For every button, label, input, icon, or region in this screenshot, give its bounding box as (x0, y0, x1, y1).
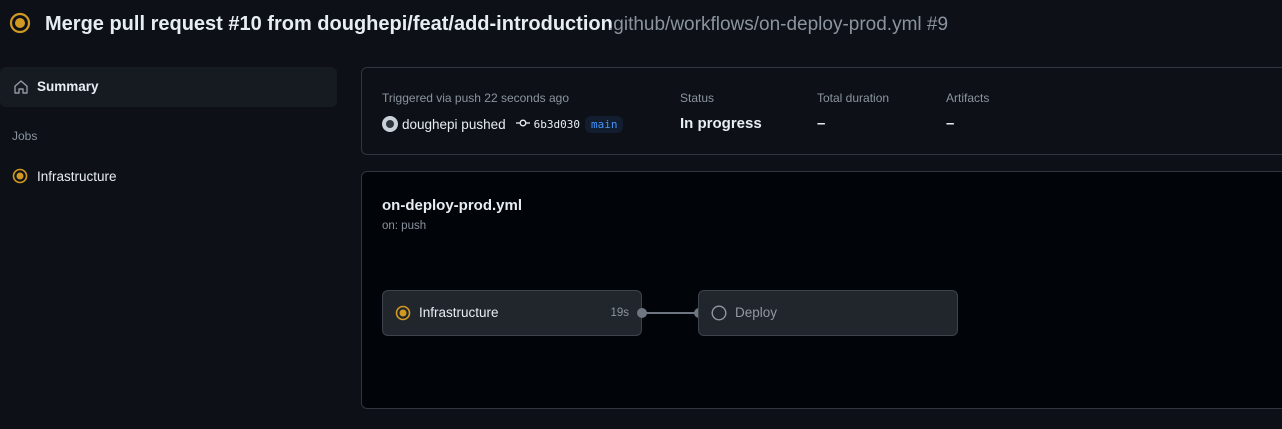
workflow-trigger: on: push (382, 220, 427, 232)
git-commit-icon (515, 115, 530, 133)
triggered-text: Triggered via push 22 seconds ago (382, 91, 570, 105)
run-header: Merge pull request #10 from doughepi/fea… (0, 0, 1282, 52)
queued-icon (711, 305, 727, 326)
status-value: In progress (680, 115, 762, 132)
sidebar-item-summary[interactable]: Summary (0, 67, 337, 107)
job-name: Infrastructure (419, 305, 499, 320)
job-name: Deploy (735, 305, 778, 320)
sidebar-item-infrastructure[interactable]: Infrastructure (0, 162, 337, 192)
branch-badge[interactable]: main (584, 115, 624, 133)
job-duration: 19s (610, 307, 629, 319)
artifacts-label: Artifacts (946, 91, 990, 105)
workflow-file-name: on-deploy-prod.yml (382, 197, 522, 214)
in-progress-icon (12, 168, 28, 189)
sidebar-item-label: Summary (37, 79, 99, 94)
job-node-deploy[interactable]: Deploy (698, 290, 958, 336)
run-title: Merge pull request #10 from doughepi/fea… (45, 13, 613, 35)
in-progress-icon (9, 12, 31, 39)
job-connector-line (646, 312, 696, 314)
actor-row: doughepi pushed 6b3d030 main (382, 115, 624, 133)
duration-value: – (817, 115, 826, 132)
job-node-infrastructure[interactable]: Infrastructure 19s (382, 290, 642, 336)
duration-label: Total duration (817, 91, 890, 105)
jobs-heading: Jobs (12, 129, 38, 143)
in-progress-icon (395, 305, 411, 326)
avatar[interactable] (382, 116, 398, 132)
commit-sha-link[interactable]: 6b3d030 (534, 118, 580, 131)
actor-name[interactable]: doughepi pushed (402, 117, 506, 132)
status-label: Status (680, 91, 715, 105)
run-summary-card: Triggered via push 22 seconds ago doughe… (361, 67, 1282, 155)
artifacts-value: – (946, 115, 955, 132)
workflow-graph-card: on-deploy-prod.yml on: push Infrastructu… (361, 171, 1282, 409)
sidebar-item-label: Infrastructure (37, 169, 117, 184)
home-icon (13, 79, 29, 100)
workflow-path[interactable]: .github/workflows/on-deploy-prod.yml #9 (608, 14, 948, 36)
